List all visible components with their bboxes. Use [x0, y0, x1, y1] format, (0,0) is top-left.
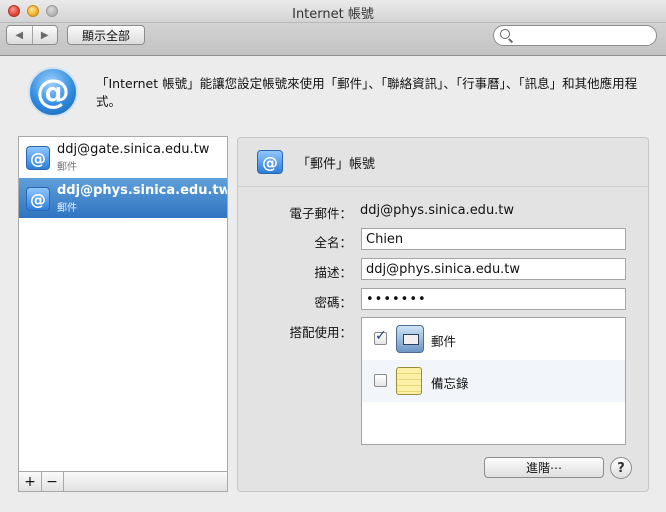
account-list-footer: + −: [18, 472, 228, 492]
account-item-phys[interactable]: @ ddj@phys.sinica.edu.tw 郵件: [19, 178, 227, 218]
search-icon: [500, 29, 510, 39]
advanced-button[interactable]: 進階⋯: [484, 457, 604, 478]
app-name: 郵件: [431, 334, 457, 349]
mail-checkbox[interactable]: [374, 328, 387, 345]
fullname-label: 全名：: [314, 235, 352, 250]
page-description: 「Internet 帳號」能讓您設定帳號來使用「郵件」、「聯絡資訊」、「行事曆」…: [96, 76, 638, 109]
fullname-field[interactable]: Chien: [361, 228, 626, 250]
remove-account-button[interactable]: −: [41, 472, 64, 491]
at-sign-icon: @: [257, 150, 283, 174]
description-label: 描述：: [314, 265, 352, 280]
app-name: 備忘錄: [431, 376, 469, 391]
at-sign-icon: @: [26, 146, 50, 170]
email-value: ddj@phys.sinica.edu.tw: [360, 203, 515, 218]
add-account-button[interactable]: +: [19, 472, 42, 491]
app-row-notes[interactable]: 備忘錄: [362, 360, 625, 402]
at-sign-icon: @: [26, 187, 50, 211]
forward-icon[interactable]: ▶: [33, 26, 58, 44]
password-label: 密碼：: [314, 295, 352, 310]
account-kind: 郵件: [57, 203, 77, 214]
window-title: Internet 帳號: [292, 7, 374, 22]
search-input[interactable]: [514, 27, 653, 45]
back-forward-control: ◀ ▶: [6, 25, 58, 45]
notes-app-icon: [396, 367, 422, 395]
use-with-label: 搭配使用：: [289, 325, 352, 340]
email-label: 電子郵件：: [289, 206, 352, 221]
account-item-gate[interactable]: @ ddj@gate.sinica.edu.tw 郵件: [19, 137, 227, 177]
use-with-list: 郵件 備忘錄: [361, 317, 626, 445]
back-icon[interactable]: ◀: [7, 26, 33, 44]
description-field[interactable]: ddj@phys.sinica.edu.tw: [361, 258, 626, 280]
help-button[interactable]: ?: [610, 457, 632, 479]
account-list: @ ddj@gate.sinica.edu.tw 郵件 @ ddj@phys.s…: [18, 136, 228, 472]
internet-accounts-icon: @: [28, 67, 78, 117]
title-bar: Internet 帳號: [0, 0, 666, 23]
search-field[interactable]: [493, 25, 657, 46]
password-field[interactable]: •••••••: [361, 288, 626, 310]
account-name: ddj@gate.sinica.edu.tw: [57, 142, 210, 157]
app-row-mail[interactable]: 郵件: [362, 318, 625, 360]
notes-checkbox[interactable]: [374, 374, 387, 387]
panel-header: @ 「郵件」帳號: [238, 138, 648, 187]
show-all-button[interactable]: 顯示全部: [67, 25, 145, 45]
account-name: ddj@phys.sinica.edu.tw: [57, 183, 228, 198]
account-kind: 郵件: [57, 162, 77, 173]
panel-title: 「郵件」帳號: [297, 157, 376, 172]
toolbar: ◀ ▶ 顯示全部: [0, 23, 666, 56]
mail-app-icon: [396, 325, 424, 353]
